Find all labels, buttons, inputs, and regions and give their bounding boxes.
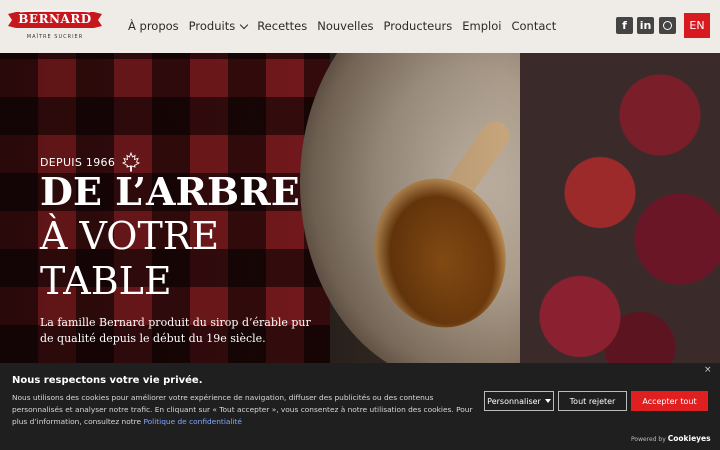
- nav-item-emploi[interactable]: Emploi: [462, 19, 501, 33]
- instagram-icon[interactable]: [659, 17, 676, 34]
- powered-by: Powered by Cookieyes: [631, 434, 711, 443]
- reject-all-button[interactable]: Tout rejeter: [558, 391, 627, 411]
- cookie-title: Nous respectons votre vie privée.: [12, 375, 203, 386]
- linkedin-icon[interactable]: in: [637, 17, 654, 34]
- nav-label: Producteurs: [383, 19, 453, 33]
- nav-item-nouvelles[interactable]: Nouvelles: [317, 19, 373, 33]
- nav-item-producteurs[interactable]: Producteurs: [384, 19, 453, 33]
- hero-lead-text: La famille Bernard produit du sirop d’ér…: [40, 316, 311, 345]
- facebook-glyph: f: [622, 19, 627, 32]
- privacy-policy-link[interactable]: Politique de confidentialité: [143, 417, 242, 426]
- nav-label: Emploi: [462, 19, 502, 33]
- logo-tagline: MAÎTRE SUCRIER: [26, 34, 84, 40]
- nav-label: À propos: [128, 19, 179, 33]
- logo-wordmark: BERNARD: [18, 12, 92, 26]
- site-header: BERNARD MAÎTRE SUCRIER À propos Produits…: [0, 0, 720, 53]
- powered-prefix: Powered by: [631, 436, 666, 443]
- nav-label: Produits: [188, 19, 236, 33]
- nav-item-produits[interactable]: Produits: [188, 19, 249, 33]
- cookie-body: Nous utilisons des cookies pour améliore…: [12, 393, 473, 426]
- since-text: DEPUIS 1966: [40, 155, 116, 169]
- nav-label: Contact: [511, 19, 557, 33]
- instagram-ring: [663, 21, 672, 30]
- linkedin-glyph: in: [639, 19, 652, 32]
- chevron-down-icon: [239, 20, 249, 29]
- nav-item-a-propos[interactable]: À propos: [128, 19, 179, 33]
- facebook-icon[interactable]: f: [616, 17, 633, 34]
- nav-item-contact[interactable]: Contact: [511, 19, 556, 33]
- language-switch-button[interactable]: EN: [684, 13, 710, 38]
- customize-button[interactable]: Personnaliser: [484, 391, 554, 411]
- nav-label: Nouvelles: [317, 19, 374, 33]
- cookie-banner: Nous respectons votre vie privée. Nous u…: [0, 363, 720, 450]
- accept-all-button[interactable]: Accepter tout: [631, 391, 708, 411]
- cookie-text: Nous utilisons des cookies pour améliore…: [12, 392, 482, 428]
- bernard-logo[interactable]: BERNARD MAÎTRE SUCRIER: [8, 8, 102, 42]
- hero-title-line-2: À VOTRE: [40, 214, 220, 258]
- hero-title-line-3: TABLE: [40, 259, 172, 303]
- close-icon[interactable]: ×: [704, 365, 712, 375]
- cookieyes-logo[interactable]: Cookieyes: [668, 434, 711, 443]
- hero-title-line-1: DE L’ARBRE: [40, 169, 300, 214]
- nav-label: Recettes: [257, 19, 308, 33]
- nav-item-recettes[interactable]: Recettes: [257, 19, 307, 33]
- caret-down-icon: [544, 399, 551, 403]
- customize-label: Personnaliser: [487, 396, 541, 406]
- main-nav: À propos Produits Recettes Nouvelles Pro…: [128, 19, 566, 33]
